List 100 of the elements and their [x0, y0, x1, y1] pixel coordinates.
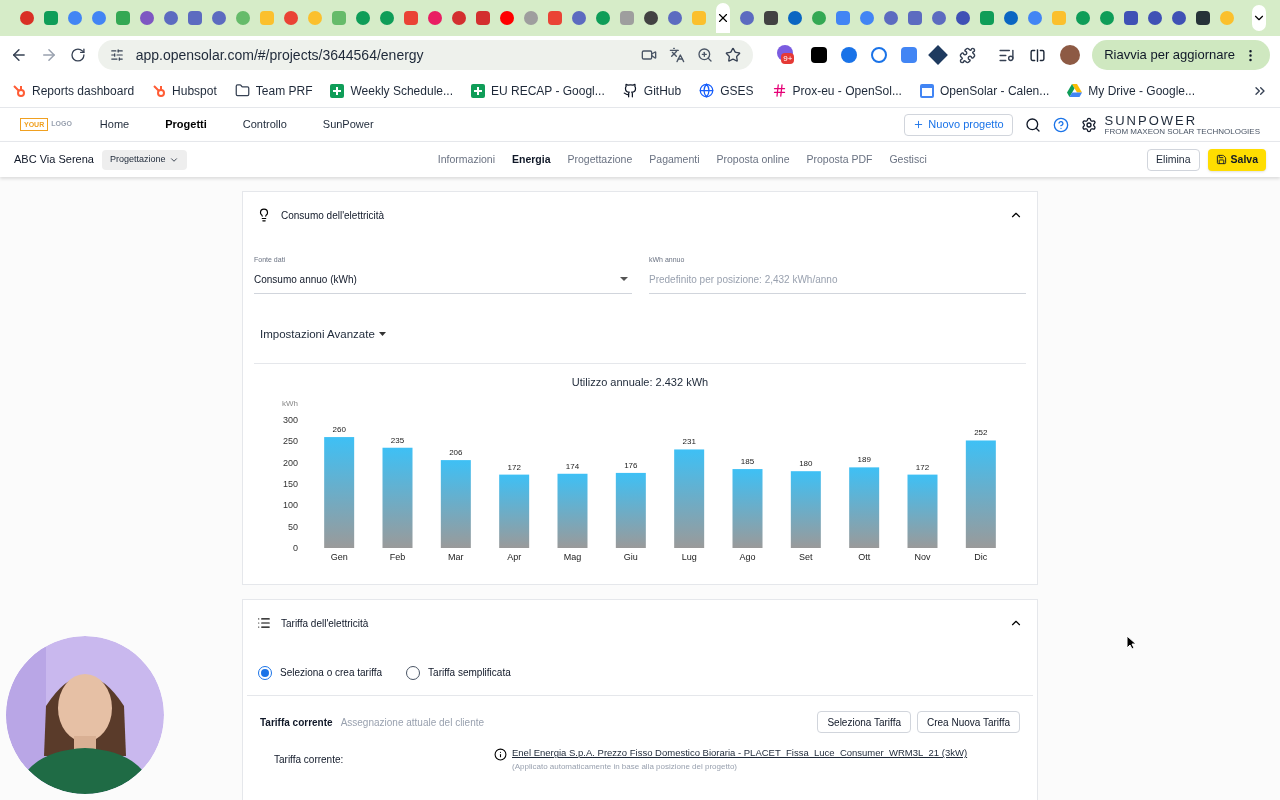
axis-category-label: Apr	[507, 552, 522, 563]
axis-tick-label: 100	[282, 500, 298, 511]
close-icon	[716, 11, 730, 25]
favicon-icon	[764, 11, 778, 25]
tariff-button[interactable]: Seleziona Tariffa	[817, 711, 911, 734]
mouse-cursor-icon	[1126, 635, 1136, 650]
info-icon	[494, 748, 507, 762]
tab-search-button[interactable]	[1252, 5, 1266, 31]
address-bar[interactable]: app.opensolar.com/#/projects/3644564/energy	[97, 40, 754, 70]
axis-category-label: Set	[799, 552, 813, 563]
bookmark-link[interactable]: Hubspot	[152, 81, 217, 100]
favicon-icon	[860, 11, 874, 25]
extensions-icon[interactable]	[959, 46, 977, 64]
favicon-icon	[500, 11, 514, 25]
tariff-link[interactable]: Enel Energia S.p.A. Prezzo Fisso Domestico Bioraria - PLACET_Fissa_Luce_Consumer_WRM3L_21 (3kW)	[512, 746, 968, 761]
project-tab[interactable]: Energia	[512, 151, 551, 168]
bookmark-link[interactable]: EU RECAP - Googl...	[470, 81, 605, 100]
favicon-icon	[980, 11, 994, 25]
favicon-icon	[548, 11, 562, 25]
project-tab[interactable]: Progettazione	[567, 151, 633, 168]
bookmark-link[interactable]: OpenSolar - Calen...	[919, 81, 1050, 100]
axis-unit-label: kWh	[282, 399, 298, 409]
project-tab[interactable]: Proposta online	[716, 151, 790, 168]
nav-link[interactable]: Progetti	[165, 116, 207, 133]
avatar-icon[interactable]	[1060, 45, 1081, 65]
annual-kwh-field[interactable]: Predefinito per posizione: 2,432 kWh/anno	[649, 271, 1026, 287]
spreadsheet-icon	[470, 83, 485, 98]
active-browser-tab[interactable]	[716, 3, 730, 33]
favicon-icon	[620, 11, 634, 25]
axis-tick-label: 200	[282, 457, 298, 468]
tariff-button[interactable]: Crea Nuova Tariffa	[917, 711, 1020, 734]
bar-value-label: 206	[449, 448, 463, 458]
favicon-icon	[428, 11, 442, 25]
bookmark-link[interactable]: Weekly Schedule...	[330, 81, 453, 100]
caret-icon	[378, 332, 386, 337]
bookmark-link[interactable]: GitHub	[622, 81, 682, 100]
bookmark-star-icon[interactable]	[725, 47, 742, 63]
search-icon[interactable]	[1024, 116, 1041, 133]
back-icon[interactable]	[10, 46, 28, 64]
axis-category-label: Mag	[563, 552, 582, 563]
axis-category-label: Ago	[739, 552, 756, 563]
settings-icon[interactable]	[1080, 116, 1097, 133]
brand-tagline: FROM MAXEON SOLAR TECHNOLOGIES	[1104, 126, 1260, 136]
favicon-icon	[212, 11, 226, 25]
favicon-icon	[1172, 11, 1186, 25]
axis-category-label: Gen	[330, 552, 348, 563]
reload-icon[interactable]	[69, 47, 86, 63]
site-settings-icon	[109, 48, 124, 62]
bar-value-label: 172	[915, 462, 930, 472]
bar-value-label: 260	[332, 425, 346, 435]
extension-icon[interactable]	[811, 47, 828, 63]
save-button[interactable]: Salva	[1207, 148, 1266, 171]
bookmark-link[interactable]: My Drive - Google...	[1067, 81, 1195, 100]
bookmark-link[interactable]: GSES	[699, 81, 754, 100]
favicon-icon	[20, 11, 34, 25]
update-button[interactable]: Riavvia per aggiornare	[1092, 40, 1270, 70]
nav-link[interactable]: Home	[99, 116, 130, 133]
favicon-icon	[140, 11, 154, 25]
advanced-settings-toggle[interactable]: Impostazioni Avanzate	[260, 325, 386, 343]
project-tab[interactable]: Informazioni	[437, 151, 495, 168]
axis-tick-label: 150	[282, 479, 298, 490]
bar-value-label: 185	[740, 457, 755, 467]
side-panel-icon[interactable]	[1029, 46, 1047, 64]
favicon-icon	[380, 11, 394, 25]
row-label: Tariffa corrente:	[274, 753, 345, 768]
nav-link[interactable]: SunPower	[322, 116, 374, 133]
project-tab[interactable]: Proposta PDF	[806, 151, 873, 168]
project-tab[interactable]: Pagamenti	[649, 151, 700, 168]
axis-category-label: Giu	[623, 552, 638, 563]
help-icon[interactable]	[1052, 116, 1069, 133]
favicon-icon	[524, 11, 538, 25]
translate-icon	[669, 47, 686, 63]
bookmark-link[interactable]: Reports dashboard	[12, 81, 135, 100]
bar-value-label: 176	[624, 461, 638, 471]
new-project-button[interactable]: Nuovo progetto	[904, 113, 1013, 136]
globe-icon	[699, 83, 715, 98]
radio-option[interactable]: Seleziona o crea tariffa	[258, 665, 383, 681]
project-name: ABC Via Serena	[14, 152, 94, 168]
card-title: Consumo dell'elettricità	[281, 208, 385, 223]
bookmark-link[interactable]: Team PRF	[234, 81, 313, 100]
radio-option[interactable]: Tariffa semplificata	[406, 665, 511, 681]
section-subtitle: Assegnazione attuale del cliente	[340, 715, 485, 730]
favicon-icon	[308, 11, 322, 25]
favicon-icon	[932, 11, 946, 25]
bar-value-label: 180	[799, 459, 813, 469]
nav-link[interactable]: Controllo	[242, 116, 287, 133]
bookmark-link[interactable]: Prox-eu - OpenSol...	[771, 81, 902, 100]
stage-dropdown[interactable]: Progettazione	[101, 149, 188, 170]
delete-button[interactable]: Elimina	[1147, 148, 1200, 171]
lightbulb-icon	[257, 208, 271, 222]
project-tab[interactable]: Gestisci	[889, 151, 927, 168]
axis-category-label: Feb	[389, 552, 406, 563]
hash-icon	[771, 83, 787, 98]
calendar-icon	[919, 83, 934, 98]
tariff-note: (Applicato automaticamente in base alla posizione del progetto)	[512, 760, 739, 773]
axis-category-label: Ott	[858, 552, 871, 563]
favicon-icon	[668, 11, 682, 25]
favicon-icon	[1004, 11, 1018, 25]
favicon-icon	[1124, 11, 1138, 25]
favicon-icon	[404, 11, 418, 25]
